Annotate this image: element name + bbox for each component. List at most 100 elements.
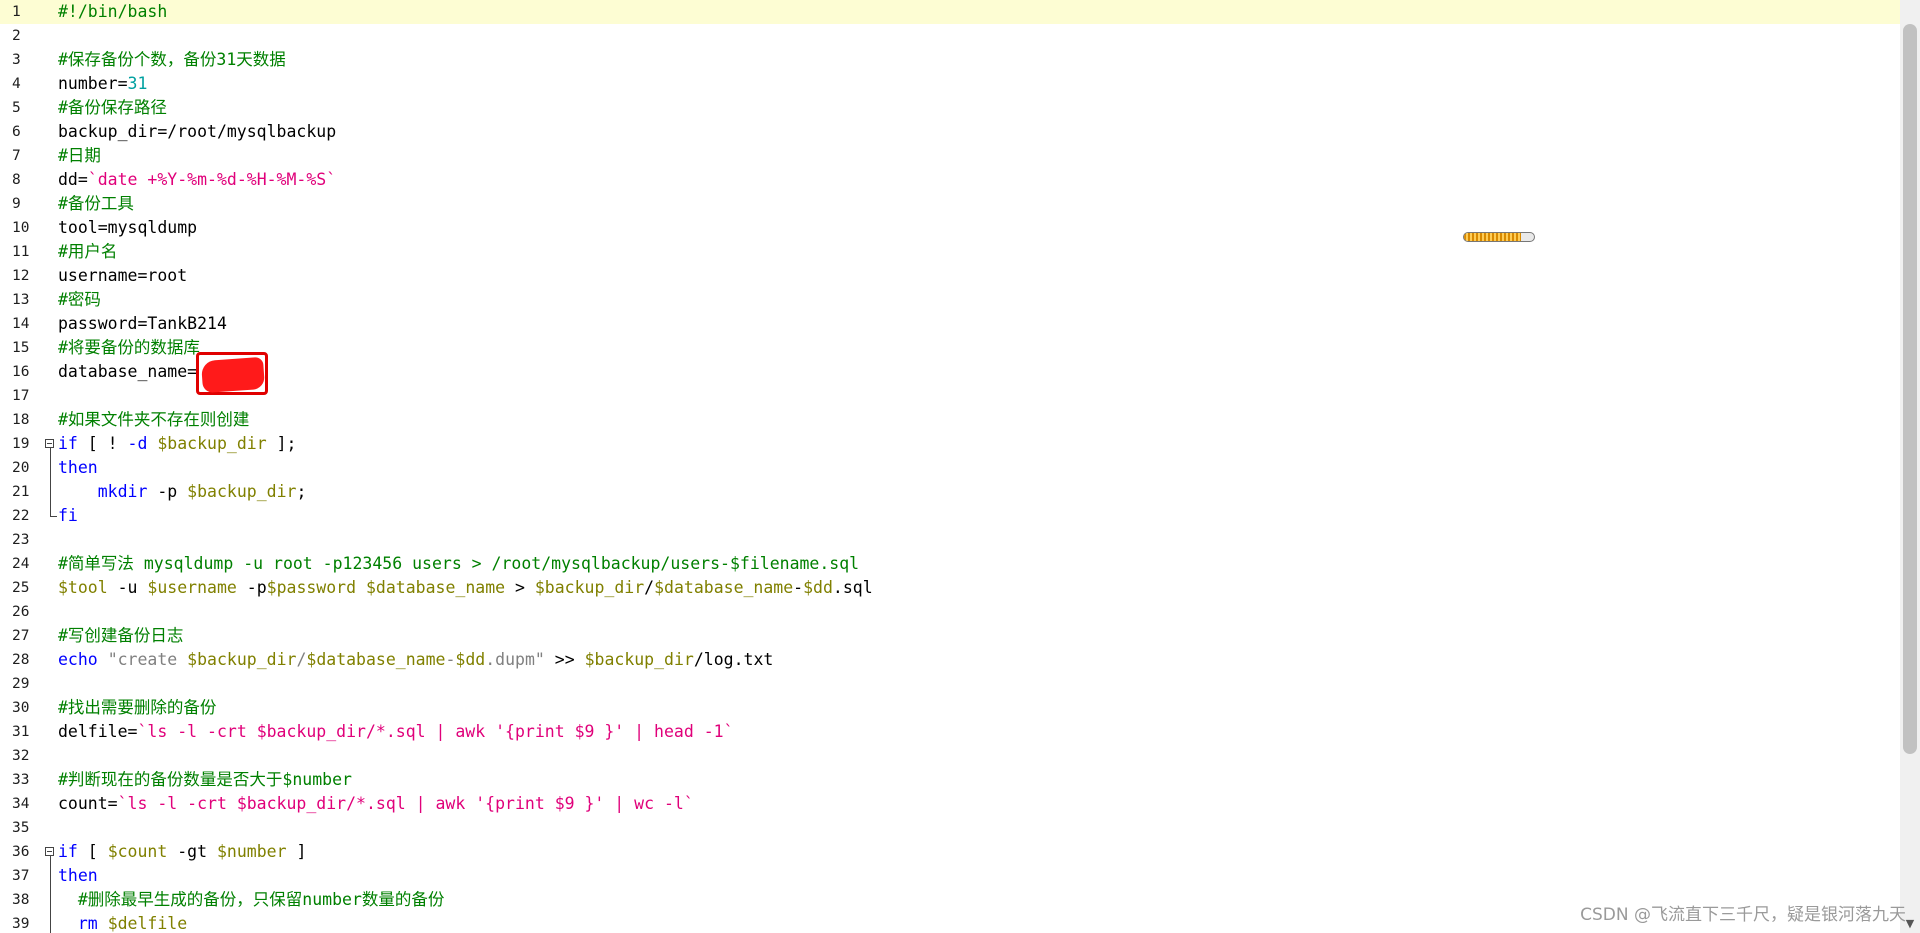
fold-toggle-icon[interactable] [45,847,54,856]
line-number: 24 [12,556,30,572]
fold-toggle-icon[interactable] [45,439,54,448]
code-editor[interactable]: 1 #!/bin/bash 2 3 #保存备份个数，备份31天数据 4 number=31 5… [0,0,1900,933]
code-token: $dd [455,650,486,669]
code-token: / [644,578,655,597]
code-line[interactable]: 4 number=31 [0,72,1900,96]
code-line[interactable]: 20 then [0,456,1900,480]
code-token: / [296,650,307,669]
code-text: #将要备份的数据库 [58,336,200,360]
code-line[interactable]: 15 #将要备份的数据库 [0,336,1900,360]
code-text: dd=`date +%Y-%m-%d-%H-%M-%S` [58,168,336,192]
code-token: .sql [832,578,873,597]
code-token: number= [58,74,128,93]
line-number: 23 [12,532,30,548]
code-token: $password [266,578,357,597]
code-line[interactable]: 1 #!/bin/bash [0,0,1900,24]
code-line[interactable]: 3 #保存备份个数，备份31天数据 [0,48,1900,72]
code-line[interactable]: 26 [0,600,1900,624]
code-line[interactable]: 16 database_name= [0,360,1900,384]
code-line[interactable]: 8 dd=`date +%Y-%m-%d-%H-%M-%S` [0,168,1900,192]
code-token: ] [286,842,307,861]
code-token: #备份保存路径 [58,98,167,117]
line-number: 11 [12,244,30,260]
code-line[interactable]: 29 [0,672,1900,696]
code-line[interactable]: 2 [0,24,1900,48]
code-line[interactable]: 21 mkdir -p $backup_dir; [0,480,1900,504]
code-token: delfile= [58,722,138,741]
line-number: 7 [12,148,21,164]
code-line[interactable]: 14 password=TankB214 [0,312,1900,336]
fold-guide [50,856,51,933]
code-line[interactable]: 22 fi [0,504,1900,528]
scrollbar-thumb[interactable] [1903,24,1917,754]
code-text: #保存备份个数，备份31天数据 [58,48,286,72]
code-token: password=TankB214 [58,314,227,333]
code-token: backup_dir=/root/mysqlbackup [58,122,337,141]
code-token: ; [296,482,307,501]
code-token: #密码 [58,290,101,309]
code-line[interactable]: 37 then [0,864,1900,888]
code-token: "create [107,650,188,669]
line-number: 13 [12,292,30,308]
code-line[interactable]: 34 count=`ls -l -crt $backup_dir/*.sql | … [0,792,1900,816]
code-line[interactable]: 30 #找出需要删除的备份 [0,696,1900,720]
redaction-mark [196,352,268,395]
line-number: 4 [12,76,21,92]
line-number: 33 [12,772,30,788]
code-text: tool=mysqldump [58,216,197,240]
code-line[interactable]: 27 #写创建备份日志 [0,624,1900,648]
code-token: $backup_dir [187,482,297,501]
code-line[interactable]: 33 #判断现在的备份数量是否大于$number [0,768,1900,792]
line-number: 34 [12,796,30,812]
code-token: #写创建备份日志 [58,626,184,645]
code-line[interactable]: 18 #如果文件夹不存在则创建 [0,408,1900,432]
code-token: tool=mysqldump [58,218,198,237]
line-number: 36 [12,844,30,860]
code-token: > [505,578,535,597]
code-token: #备份工具 [58,194,134,213]
code-line[interactable]: 17 [0,384,1900,408]
code-line[interactable]: 19 if [ ! -d $backup_dir ]; [0,432,1900,456]
code-line[interactable]: 23 [0,528,1900,552]
code-line[interactable]: 28 echo "create $backup_dir/$database_nam… [0,648,1900,672]
line-number: 3 [12,52,21,68]
code-text: username=root [58,264,187,288]
code-line[interactable]: 9 #备份工具 [0,192,1900,216]
code-text: #备份保存路径 [58,96,167,120]
code-text: $tool -u $username -p$password $database… [58,576,873,600]
code-line[interactable]: 7 #日期 [0,144,1900,168]
code-token: $backup_dir [534,578,645,597]
code-line[interactable]: 12 username=root [0,264,1900,288]
code-token: #找出需要删除的备份 [58,698,217,717]
code-line[interactable]: 13 #密码 [0,288,1900,312]
code-token: $tool [58,578,108,597]
line-number: 14 [12,316,30,332]
code-line[interactable]: 10 tool=mysqldump [0,216,1900,240]
code-text: #!/bin/bash [58,0,167,24]
code-token: echo [58,650,98,669]
line-number: 10 [12,220,30,236]
code-line[interactable]: 5 #备份保存路径 [0,96,1900,120]
line-number: 17 [12,388,30,404]
code-line[interactable]: 31 delfile=`ls -l -crt $backup_dir/*.sql … [0,720,1900,744]
code-line[interactable]: 25 $tool -u $username -p$password $databa… [0,576,1900,600]
code-line[interactable]: 35 [0,816,1900,840]
line-number: 37 [12,868,30,884]
code-line[interactable]: 36 if [ $count -gt $number ] [0,840,1900,864]
code-line[interactable]: 6 backup_dir=/root/mysqlbackup [0,120,1900,144]
code-token: 31 [127,74,148,93]
code-token: $database_name [306,650,446,669]
code-line[interactable]: 11 #用户名 [0,240,1900,264]
code-line[interactable]: 24 #简单写法 mysqldump -u root -p123456 users… [0,552,1900,576]
code-text: #如果文件夹不存在则创建 [58,408,249,432]
code-text: #简单写法 mysqldump -u root -p123456 users >… [58,552,859,576]
watermark: CSDN @飞流直下三千尺，疑是银河落九天 [1580,905,1906,925]
code-token: $count [107,842,168,861]
line-number: 2 [12,28,21,44]
code-token: `ls -l -crt $backup_dir/*.sql | awk '{pr… [117,794,694,813]
code-line[interactable]: 32 [0,744,1900,768]
code-token: /log.txt [693,650,774,669]
vertical-scrollbar[interactable]: ▼ [1900,0,1920,933]
